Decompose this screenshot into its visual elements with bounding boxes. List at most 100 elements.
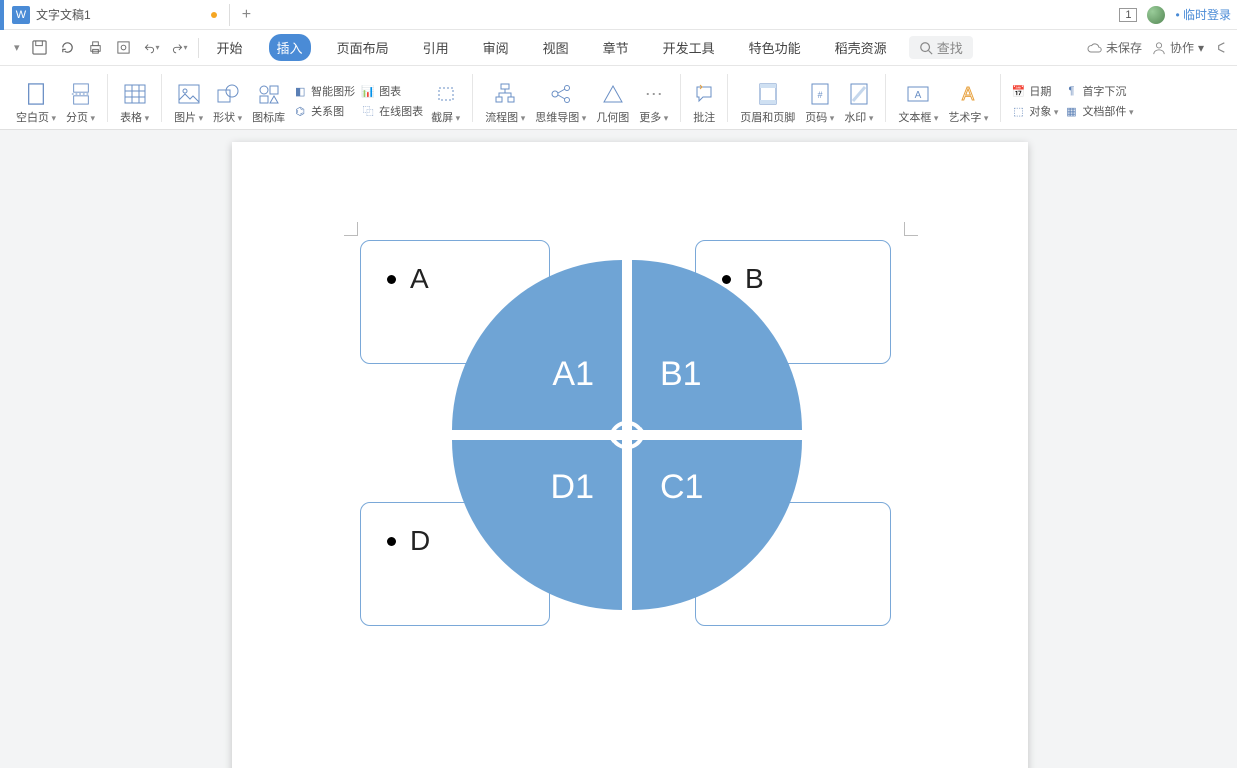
watermark-icon: [848, 83, 870, 105]
bullet-icon: [387, 537, 396, 546]
cycle-arrows-icon: [599, 407, 655, 463]
page-number-button[interactable]: #页码: [803, 73, 836, 129]
wordart-icon: A: [957, 83, 979, 105]
collaborate-button[interactable]: 协作 ▾: [1152, 39, 1204, 56]
more-icon: ⋯: [643, 83, 665, 105]
tab-section[interactable]: 章节: [595, 34, 637, 61]
relation-button[interactable]: ⌬关系图: [293, 103, 355, 119]
quadrant-b1[interactable]: B1: [632, 260, 802, 430]
table-button[interactable]: 表格: [118, 73, 151, 129]
more-button[interactable]: ⋯更多: [637, 73, 670, 129]
flowchart-button[interactable]: 流程图: [483, 73, 527, 129]
window-count-badge[interactable]: 1: [1119, 8, 1137, 22]
textbox-icon: A: [907, 83, 929, 105]
menubar: ▾ ▾ ▾ 开始 插入 页面布局 引用 审阅 视图 章节 开发工具 特色功能 稻…: [0, 30, 1237, 66]
flowchart-icon: [494, 83, 516, 105]
svg-text:A: A: [915, 90, 922, 101]
tab-view[interactable]: 视图: [535, 34, 577, 61]
svg-text:#: #: [817, 90, 822, 100]
geometry-button[interactable]: 几何图: [594, 73, 631, 129]
table-icon: [124, 83, 146, 105]
margin-mark-icon: [344, 222, 358, 236]
screenshot-icon: [435, 83, 457, 105]
object-button[interactable]: ⬚对象: [1011, 103, 1058, 119]
search-placeholder: 查找: [937, 38, 963, 57]
circle-matrix[interactable]: A1 B1 D1 C1: [452, 260, 802, 610]
blank-page-button[interactable]: 空白页: [14, 73, 58, 129]
tab-features[interactable]: 特色功能: [741, 34, 809, 61]
ribbon: 空白页 分页 表格 图片 形状 图标库 ◧智能图形 ⌬关系图 📊图表 ⿻在线图表…: [0, 66, 1237, 130]
ribbon-tabs: 开始 插入 页面布局 引用 审阅 视图 章节 开发工具 特色功能 稻壳资源: [209, 34, 895, 61]
temp-login-label[interactable]: 临时登录: [1175, 6, 1231, 23]
doc-parts-icon: ▦: [1064, 104, 1078, 118]
share-icon[interactable]: [1214, 40, 1229, 55]
dropcap-icon: ¶: [1064, 84, 1078, 98]
picture-button[interactable]: 图片: [172, 73, 205, 129]
unsaved-dot-icon: [211, 12, 217, 18]
header-footer-icon: [757, 83, 779, 105]
new-tab-button[interactable]: +: [242, 6, 251, 24]
tab-review[interactable]: 审阅: [475, 34, 517, 61]
search-icon: [919, 41, 933, 55]
smart-graphic-icon: ◧: [293, 84, 307, 98]
smart-graphic-button[interactable]: ◧智能图形: [293, 83, 355, 99]
tab-resources[interactable]: 稻壳资源: [827, 34, 895, 61]
doc-parts-button[interactable]: ▦文档部件: [1064, 103, 1133, 119]
undo-icon[interactable]: ▾: [144, 40, 160, 56]
page-number-icon: #: [809, 83, 831, 105]
save-icon[interactable]: [32, 40, 48, 56]
cloud-icon: [1086, 42, 1102, 54]
tab-insert[interactable]: 插入: [269, 34, 311, 61]
header-footer-button[interactable]: 页眉和页脚: [738, 73, 797, 129]
bullet-icon: [387, 275, 396, 284]
mindmap-button[interactable]: 思维导图: [533, 73, 588, 129]
page[interactable]: A B C D A1 B1 D1 C1: [232, 142, 1028, 768]
screenshot-button[interactable]: 截屏: [429, 73, 462, 129]
shape-button[interactable]: 形状: [211, 73, 244, 129]
refresh-icon[interactable]: [60, 40, 76, 56]
avatar-icon[interactable]: [1147, 6, 1165, 24]
menu-dropdown-icon[interactable]: ▾: [8, 41, 26, 54]
online-chart-button[interactable]: ⿻在线图表: [361, 103, 423, 119]
geometry-icon: [602, 83, 624, 105]
mindmap-icon: [550, 83, 572, 105]
relation-icon: ⌬: [293, 104, 307, 118]
object-icon: ⬚: [1011, 104, 1025, 118]
tab-reference[interactable]: 引用: [415, 34, 457, 61]
dropcap-button[interactable]: ¶首字下沉: [1064, 83, 1133, 99]
watermark-button[interactable]: 水印: [842, 73, 875, 129]
document-canvas[interactable]: ▾ A B C D A1 B1 D1 C1: [0, 130, 1237, 768]
svg-text:A: A: [962, 84, 974, 104]
icon-library-button[interactable]: 图标库: [250, 73, 287, 129]
doc-type-icon: W: [12, 6, 30, 24]
tab-page-layout[interactable]: 页面布局: [329, 34, 397, 61]
annotation-button[interactable]: 批注: [691, 73, 717, 129]
titlebar: W 文字文稿1 + 1 临时登录: [0, 0, 1237, 30]
tab-dev-tools[interactable]: 开发工具: [655, 34, 723, 61]
annotation-icon: [693, 83, 715, 105]
page-break-button[interactable]: 分页: [64, 73, 97, 129]
wordart-button[interactable]: A艺术字: [946, 73, 990, 129]
unsaved-button[interactable]: 未保存: [1086, 39, 1142, 56]
blank-page-icon: [25, 83, 47, 105]
quadrant-a1[interactable]: A1: [452, 260, 622, 430]
quadrant-c1[interactable]: C1: [632, 440, 802, 610]
shape-icon: [217, 83, 239, 105]
date-button[interactable]: 📅日期: [1011, 83, 1058, 99]
preview-icon[interactable]: [116, 40, 132, 56]
search-input[interactable]: 查找: [909, 36, 973, 59]
chart-button[interactable]: 📊图表: [361, 83, 423, 99]
tab-divider: [229, 4, 230, 26]
page-break-icon: [70, 83, 92, 105]
icon-library-icon: [258, 83, 280, 105]
document-title[interactable]: 文字文稿1: [36, 6, 91, 23]
chart-icon: 📊: [361, 84, 375, 98]
print-icon[interactable]: [88, 40, 104, 56]
quadrant-d1[interactable]: D1: [452, 440, 622, 610]
redo-icon[interactable]: ▾: [172, 40, 188, 56]
textbox-button[interactable]: A文本框: [896, 73, 940, 129]
user-icon: [1152, 41, 1166, 55]
cycle-matrix-diagram[interactable]: A B C D A1 B1 D1 C1: [360, 240, 900, 640]
accent-bar: [0, 0, 4, 30]
tab-start[interactable]: 开始: [209, 34, 251, 61]
